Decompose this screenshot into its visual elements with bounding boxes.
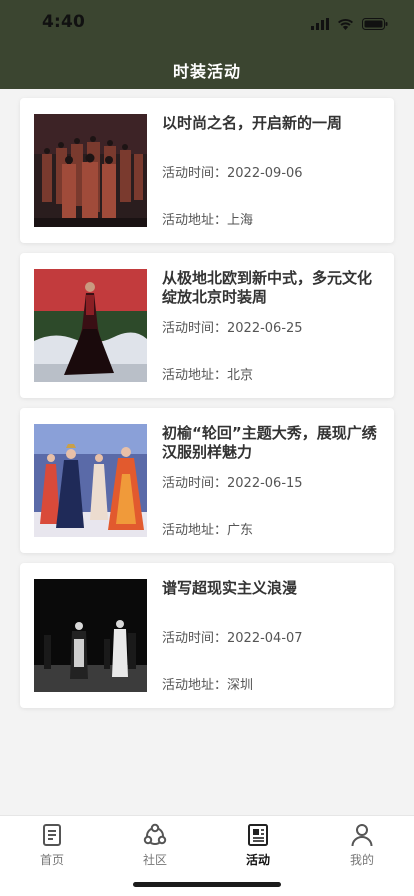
address-label: 活动地址： <box>162 368 228 383</box>
event-image <box>34 114 147 227</box>
event-address: 活动地址：北京 <box>162 364 253 383</box>
event-time: 活动时间：2022-06-15 <box>162 472 303 491</box>
wifi-icon <box>337 15 354 34</box>
document-icon <box>39 822 65 848</box>
event-time: 活动时间：2022-04-07 <box>162 627 303 646</box>
event-list: 以时尚之名，开启新的一周 活动时间：2022-09-06 活动地址：上海 从极地… <box>20 98 394 718</box>
battery-icon <box>362 15 388 34</box>
address-value: 深圳 <box>227 678 254 693</box>
event-image <box>34 269 147 382</box>
event-title: 初榆“轮回”主题大秀，展现广绣汉服别样魅力 <box>162 424 377 461</box>
time-value: 2022-06-25 <box>227 321 303 336</box>
event-title: 从极地北欧到新中式，多元文化绽放北京时装周 <box>162 269 373 306</box>
event-card[interactable]: 以时尚之名，开启新的一周 活动时间：2022-09-06 活动地址：上海 <box>20 98 394 243</box>
app: 4:40 时装活动 以时尚之名，开启新的一周 活动时间：2022-09-06 活… <box>0 0 414 896</box>
time-value: 2022-06-15 <box>227 476 303 491</box>
event-address: 活动地址：广东 <box>162 519 253 538</box>
time-value: 2022-04-07 <box>227 631 303 646</box>
tab-label: 首页 <box>39 853 64 867</box>
page-title: 时装活动 <box>172 62 241 81</box>
time-value: 2022-09-06 <box>227 166 303 181</box>
address-label: 活动地址： <box>162 678 228 693</box>
event-image <box>34 579 147 692</box>
event-title: 以时尚之名，开启新的一周 <box>162 114 343 132</box>
status-icons <box>311 15 388 34</box>
community-icon <box>142 822 168 848</box>
event-address: 活动地址：深圳 <box>162 674 253 693</box>
home-indicator <box>133 882 281 887</box>
address-label: 活动地址： <box>162 523 228 538</box>
tab-profile[interactable]: 我的 <box>322 822 402 868</box>
address-value: 北京 <box>227 368 254 383</box>
status-bar: 4:40 <box>0 0 414 46</box>
address-value: 上海 <box>227 213 254 228</box>
newspaper-icon <box>245 822 271 848</box>
time-label: 活动时间： <box>162 166 228 181</box>
tab-label: 活动 <box>245 853 270 867</box>
status-time: 4:40 <box>42 12 86 32</box>
event-card[interactable]: 谱写超现实主义浪漫 活动时间：2022-04-07 活动地址：深圳 <box>20 563 394 708</box>
event-time: 活动时间：2022-09-06 <box>162 162 303 181</box>
event-time: 活动时间：2022-06-25 <box>162 317 303 336</box>
time-label: 活动时间： <box>162 476 228 491</box>
tab-community[interactable]: 社区 <box>115 822 195 868</box>
event-address: 活动地址：上海 <box>162 209 253 228</box>
tab-activity[interactable]: 活动 <box>218 822 298 868</box>
event-title: 谱写超现实主义浪漫 <box>162 579 298 597</box>
signal-icon <box>311 15 329 34</box>
address-value: 广东 <box>227 523 254 538</box>
event-card[interactable]: 初榆“轮回”主题大秀，展现广绣汉服别样魅力 活动时间：2022-06-15 活动… <box>20 408 394 553</box>
tab-home[interactable]: 首页 <box>12 822 92 868</box>
event-image <box>34 424 147 537</box>
address-label: 活动地址： <box>162 213 228 228</box>
header: 4:40 时装活动 <box>0 0 414 89</box>
event-card[interactable]: 从极地北欧到新中式，多元文化绽放北京时装周 活动时间：2022-06-25 活动… <box>20 253 394 398</box>
tab-label: 我的 <box>349 853 374 867</box>
person-icon <box>349 822 375 848</box>
tab-label: 社区 <box>142 853 167 867</box>
time-label: 活动时间： <box>162 631 228 646</box>
time-label: 活动时间： <box>162 321 228 336</box>
